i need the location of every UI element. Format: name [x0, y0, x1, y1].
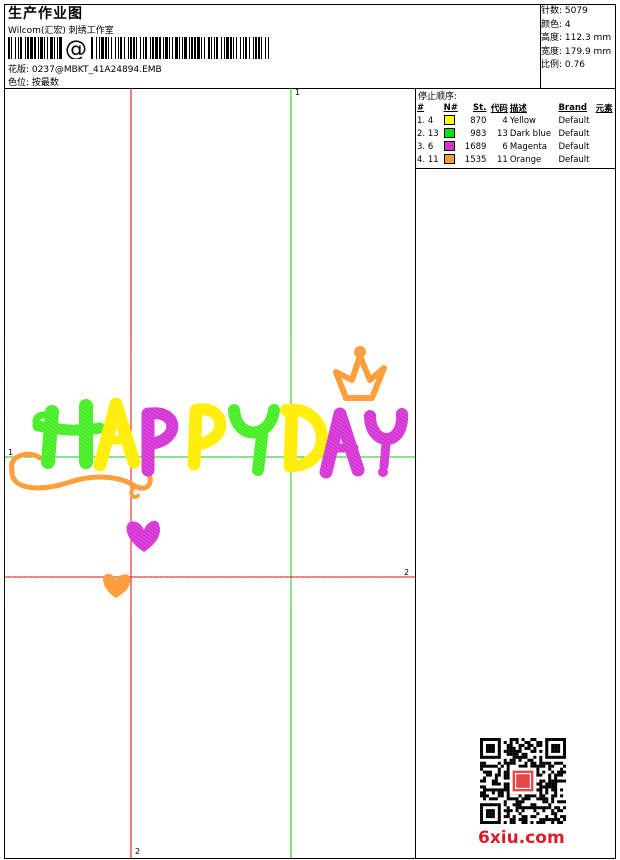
letter-y-second	[364, 408, 408, 477]
embroidery-design	[0, 88, 415, 858]
swirl-underline	[9, 467, 153, 491]
guide-label-green-left: 1	[8, 448, 14, 457]
letter-p-first	[141, 407, 179, 477]
letter-h	[32, 399, 106, 469]
guide-label-green-top: 1	[295, 88, 301, 97]
letter-y	[228, 404, 280, 476]
guide-label-red-bottom: 2	[135, 847, 141, 856]
letter-a-second	[319, 407, 365, 479]
crown-icon	[333, 346, 387, 401]
letter-d	[280, 403, 328, 473]
production-sheet: 生产作业图 Wilcom(汇宏) 刺绣工作室 @ 花版: 0237@MBKT_4…	[0, 0, 620, 860]
watermark: 6xiu.com	[478, 828, 565, 848]
guide-label-red-right: 2	[404, 568, 410, 577]
letter-p-second	[187, 403, 227, 471]
swirl-curl	[9, 451, 43, 473]
letter-a-first	[93, 397, 141, 472]
qr-code	[480, 738, 566, 824]
